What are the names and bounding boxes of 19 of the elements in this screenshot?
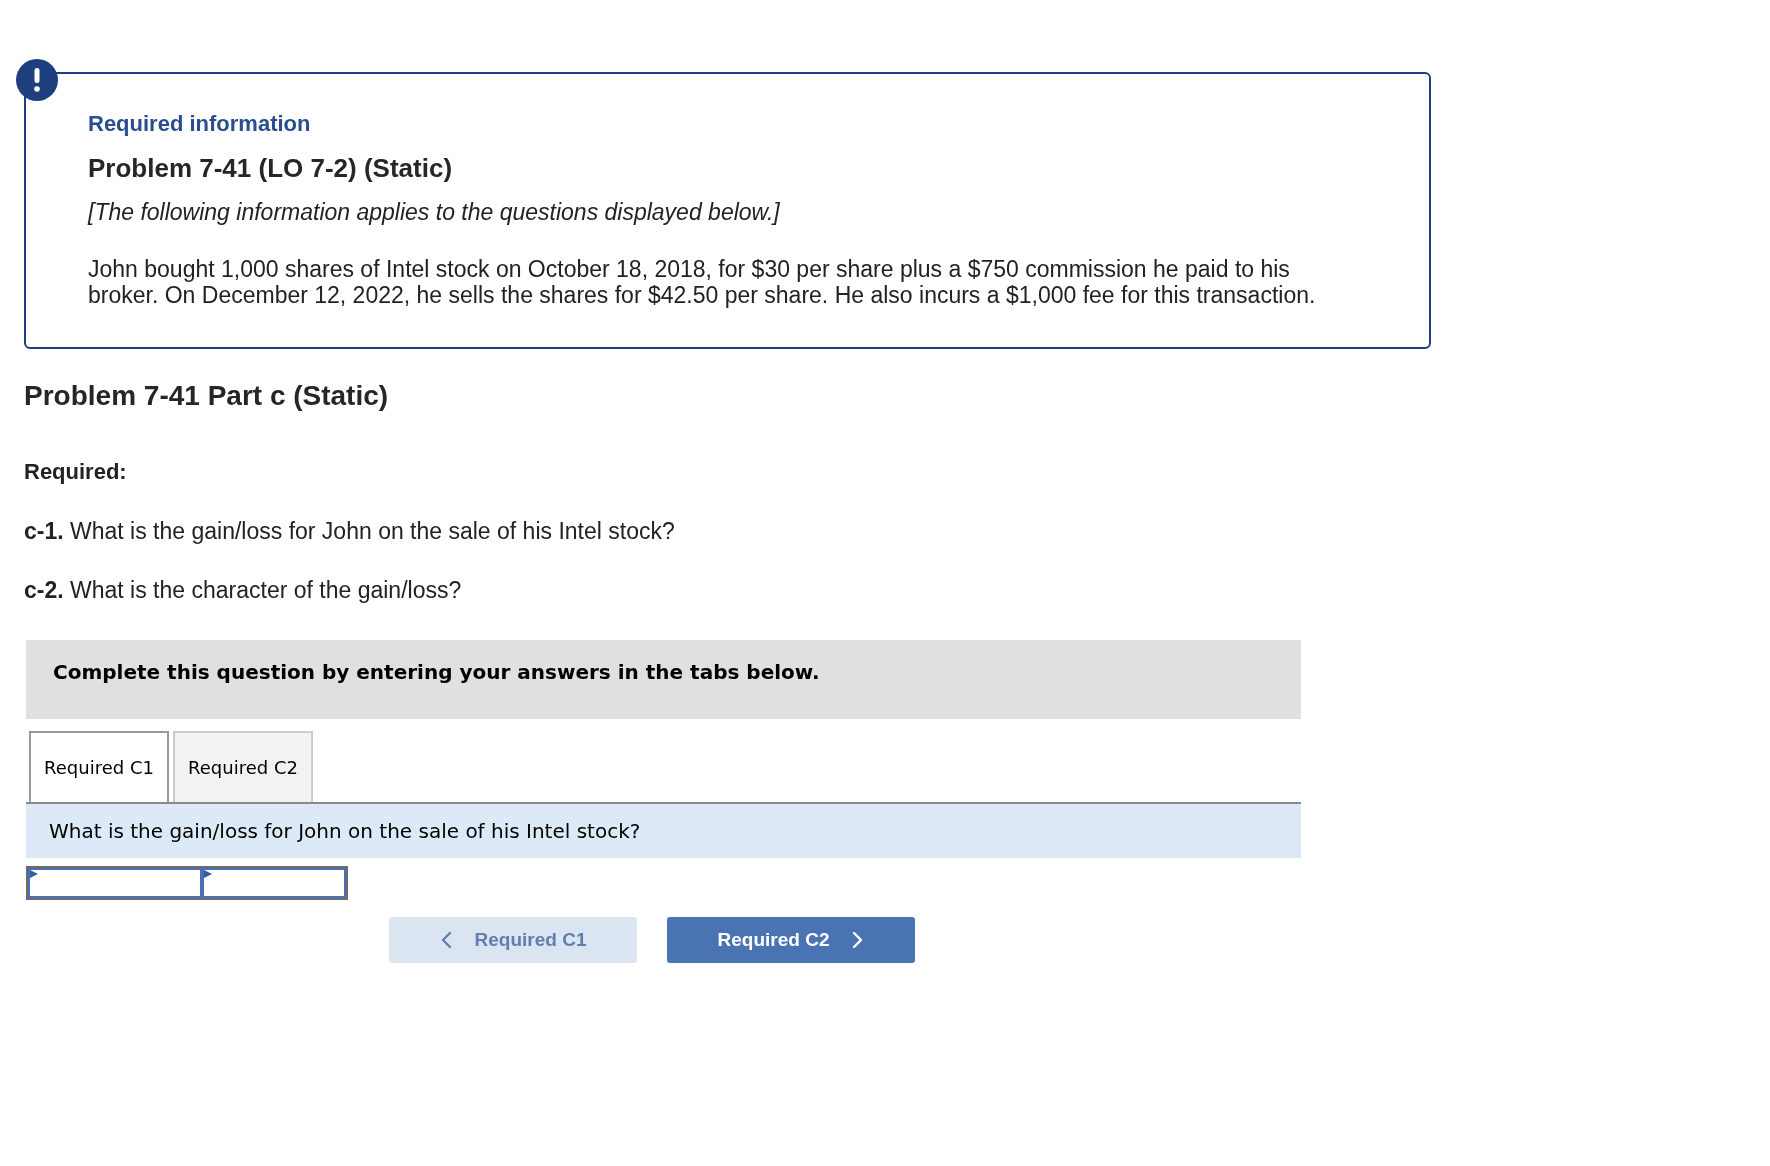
flag-icon: [30, 870, 38, 878]
next-button[interactable]: Required C2: [667, 917, 915, 963]
question-text: c-1. What is the gain/loss for John on the sale of his Intel stock?: [24, 517, 675, 545]
input-field[interactable]: [202, 868, 346, 898]
required-label: Required:: [24, 458, 127, 486]
info-label: Required information: [88, 110, 311, 138]
problem-text: John bought 1,000 shares of Intel stock on October 18, 2018, for $30 per share plus a $750 commission he paid to his broker. On December 12, 2022, he sells the shares for $42.50 per share. He also incurs a $1,000 fee for this transaction.: [88, 256, 1317, 308]
question-text: c-2. What is the character of the gain/loss?: [24, 576, 462, 604]
input-field[interactable]: [28, 868, 202, 898]
question-bar: What is the gain/loss for John on the sale of his Intel stock?: [26, 804, 1301, 858]
tab[interactable]: Required C2: [173, 731, 313, 802]
instructions-banner: Complete this question by entering your answers in the tabs below.: [26, 640, 1301, 719]
part-title: Problem 7-41 Part c (Static): [24, 379, 389, 413]
info-note: [The following information applies to the questions displayed below.]: [88, 198, 780, 226]
chevron-left-icon: [439, 931, 453, 949]
tab[interactable]: Required C1: [29, 731, 169, 802]
problem-title: Problem 7-41 (LO 7-2) (Static): [88, 152, 453, 184]
chevron-right-icon: [851, 931, 865, 949]
flag-icon: [204, 870, 212, 878]
